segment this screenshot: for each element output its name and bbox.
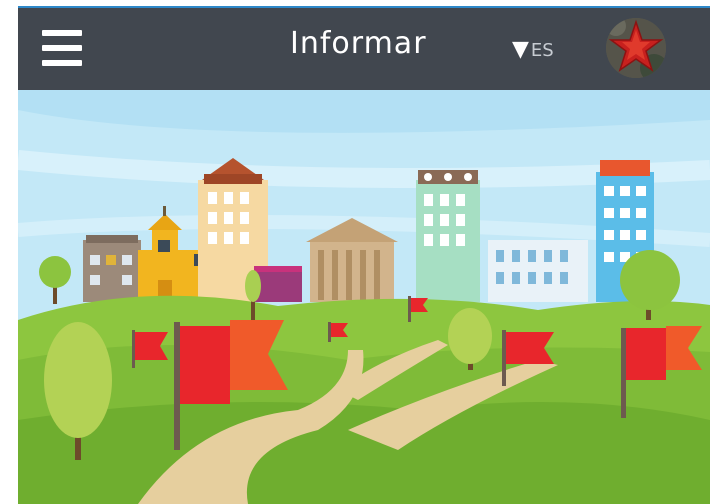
hamburger-menu-icon[interactable]	[42, 30, 84, 66]
city-illustration	[18, 90, 710, 504]
page-title: Informar	[290, 26, 427, 61]
top-bar: Informar ▼ ES	[18, 6, 710, 90]
city-landscape-illustration	[18, 90, 710, 504]
avatar[interactable]	[606, 18, 666, 78]
app-screen: Informar ▼ ES	[18, 6, 710, 504]
triangle-down-icon: ▼	[512, 37, 529, 62]
language-selector[interactable]: ▼ ES	[512, 35, 554, 65]
starfish-icon	[606, 18, 666, 78]
language-code: ES	[530, 39, 554, 61]
